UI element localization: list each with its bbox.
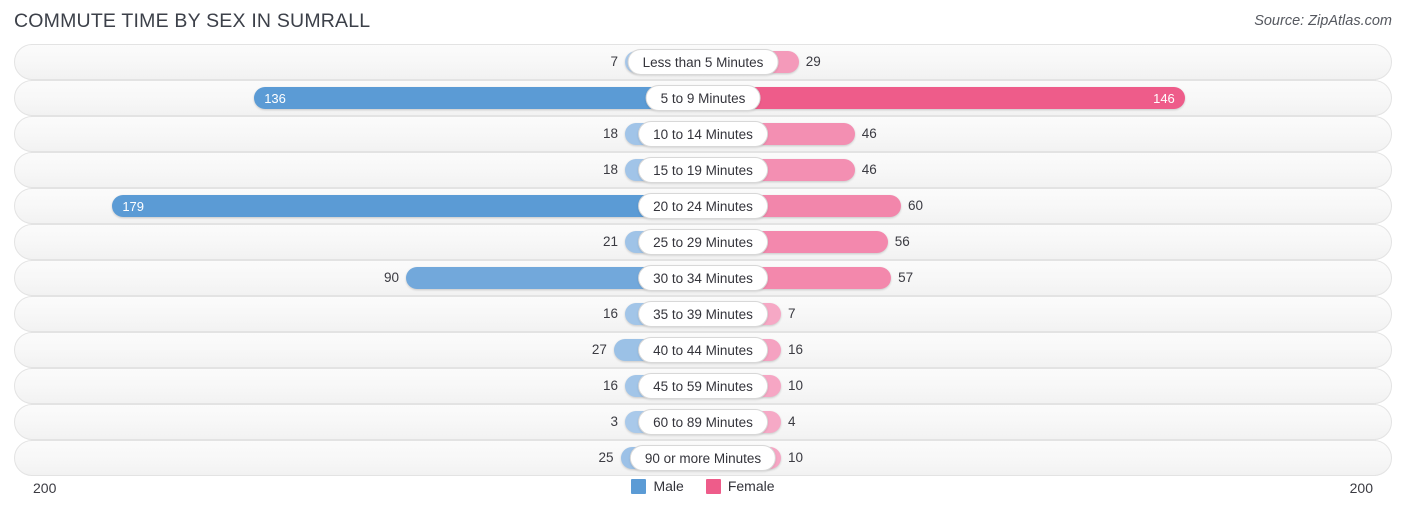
category-label: 5 to 9 Minutes <box>645 85 761 111</box>
female-side: 10 <box>703 375 1391 397</box>
female-value-label: 16 <box>788 342 804 358</box>
chart-row[interactable]: 16 7 35 to 39 Minutes <box>14 296 1392 332</box>
male-side: 7 <box>15 51 703 73</box>
legend-label-male: Male <box>653 478 684 494</box>
female-value-label: 56 <box>894 234 910 250</box>
male-value-label: 27 <box>591 342 607 358</box>
female-side: 7 <box>703 303 1391 325</box>
female-value-label: 57 <box>898 270 914 286</box>
category-label: 45 to 59 Minutes <box>638 373 768 399</box>
female-value-label: 60 <box>908 198 924 214</box>
female-side: 57 <box>703 267 1391 289</box>
female-value-label: 4 <box>788 414 796 430</box>
chart-row[interactable]: 7 29 Less than 5 Minutes <box>14 44 1392 80</box>
male-value-label: 18 <box>602 162 618 178</box>
female-value-label: 10 <box>788 378 804 394</box>
male-side: 21 <box>15 231 703 253</box>
male-value-label: 16 <box>602 378 618 394</box>
male-value-label: 90 <box>383 270 399 286</box>
male-side: 136 <box>15 87 703 109</box>
female-side: 146 <box>703 87 1391 109</box>
male-value-label: 7 <box>610 54 618 70</box>
male-value-label: 136 <box>264 90 286 106</box>
category-label: 25 to 29 Minutes <box>638 229 768 255</box>
category-label: 15 to 19 Minutes <box>638 157 768 183</box>
male-value-label: 179 <box>122 198 145 214</box>
legend-item-male[interactable]: Male <box>631 478 684 494</box>
chart-row[interactable]: 179 60 20 to 24 Minutes <box>14 188 1392 224</box>
female-side: 56 <box>703 231 1391 253</box>
source-attribution: Source: ZipAtlas.com <box>1254 13 1392 29</box>
category-label: 40 to 44 Minutes <box>638 337 768 363</box>
female-value-label: 146 <box>1153 90 1175 106</box>
female-side: 10 <box>703 447 1391 469</box>
male-side: 3 <box>15 411 703 433</box>
category-label: 90 or more Minutes <box>629 445 777 471</box>
chart-row[interactable]: 18 46 15 to 19 Minutes <box>14 152 1392 188</box>
female-side: 60 <box>703 195 1391 217</box>
chart-row[interactable]: 25 10 90 or more Minutes <box>14 440 1392 476</box>
legend-label-female: Female <box>727 478 775 494</box>
chart-row[interactable]: 27 16 40 to 44 Minutes <box>14 332 1392 368</box>
female-value-label: 46 <box>861 126 877 142</box>
chart-row[interactable]: 16 10 45 to 59 Minutes <box>14 368 1392 404</box>
chart-row[interactable]: 18 46 10 to 14 Minutes <box>14 116 1392 152</box>
female-side: 16 <box>703 339 1391 361</box>
legend-swatch-male-icon <box>631 478 647 494</box>
chart-row[interactable]: 90 57 30 to 34 Minutes <box>14 260 1392 296</box>
chart-row[interactable]: 3 4 60 to 89 Minutes <box>14 404 1392 440</box>
chart-row[interactable]: 136 146 5 to 9 Minutes <box>14 80 1392 116</box>
female-bar[interactable]: 146 <box>703 87 1185 109</box>
male-value-label: 25 <box>598 450 614 466</box>
chart-plot-area: 7 29 Less than 5 Minutes 136 146 5 to 9 Minut… <box>0 44 1406 476</box>
male-bar[interactable]: 179 <box>112 195 703 217</box>
category-label: 10 to 14 Minutes <box>638 121 768 147</box>
female-side: 29 <box>703 51 1391 73</box>
male-side: 18 <box>15 159 703 181</box>
male-side: 179 <box>15 195 703 217</box>
male-value-label: 3 <box>610 414 618 430</box>
male-value-label: 16 <box>602 306 618 322</box>
female-value-label: 29 <box>805 54 821 70</box>
female-value-label: 7 <box>788 306 796 322</box>
legend-item-female[interactable]: Female <box>705 478 775 494</box>
chart-footer: 200 200 Male Female <box>0 476 1406 522</box>
male-side: 16 <box>15 375 703 397</box>
category-label: 60 to 89 Minutes <box>638 409 768 435</box>
female-side: 46 <box>703 123 1391 145</box>
category-label: Less than 5 Minutes <box>627 49 779 75</box>
female-value-label: 10 <box>788 450 804 466</box>
male-side: 27 <box>15 339 703 361</box>
male-value-label: 18 <box>602 126 618 142</box>
female-side: 46 <box>703 159 1391 181</box>
female-value-label: 46 <box>861 162 877 178</box>
category-label: 35 to 39 Minutes <box>638 301 768 327</box>
legend-swatch-female-icon <box>705 478 721 494</box>
male-bar[interactable]: 136 <box>254 87 703 109</box>
category-label: 30 to 34 Minutes <box>638 265 768 291</box>
chart-legend: Male Female <box>0 478 1406 494</box>
chart-row[interactable]: 21 56 25 to 29 Minutes <box>14 224 1392 260</box>
male-side: 18 <box>15 123 703 145</box>
page-title: COMMUTE TIME BY SEX IN SUMRALL <box>14 10 371 32</box>
chart-header: COMMUTE TIME BY SEX IN SUMRALL Source: Z… <box>0 0 1406 44</box>
male-value-label: 21 <box>602 234 618 250</box>
category-label: 20 to 24 Minutes <box>638 193 768 219</box>
male-side: 16 <box>15 303 703 325</box>
chart-rows: 7 29 Less than 5 Minutes 136 146 5 to 9 Minut… <box>14 44 1392 476</box>
female-side: 4 <box>703 411 1391 433</box>
male-side: 25 <box>15 447 703 469</box>
male-side: 90 <box>15 267 703 289</box>
